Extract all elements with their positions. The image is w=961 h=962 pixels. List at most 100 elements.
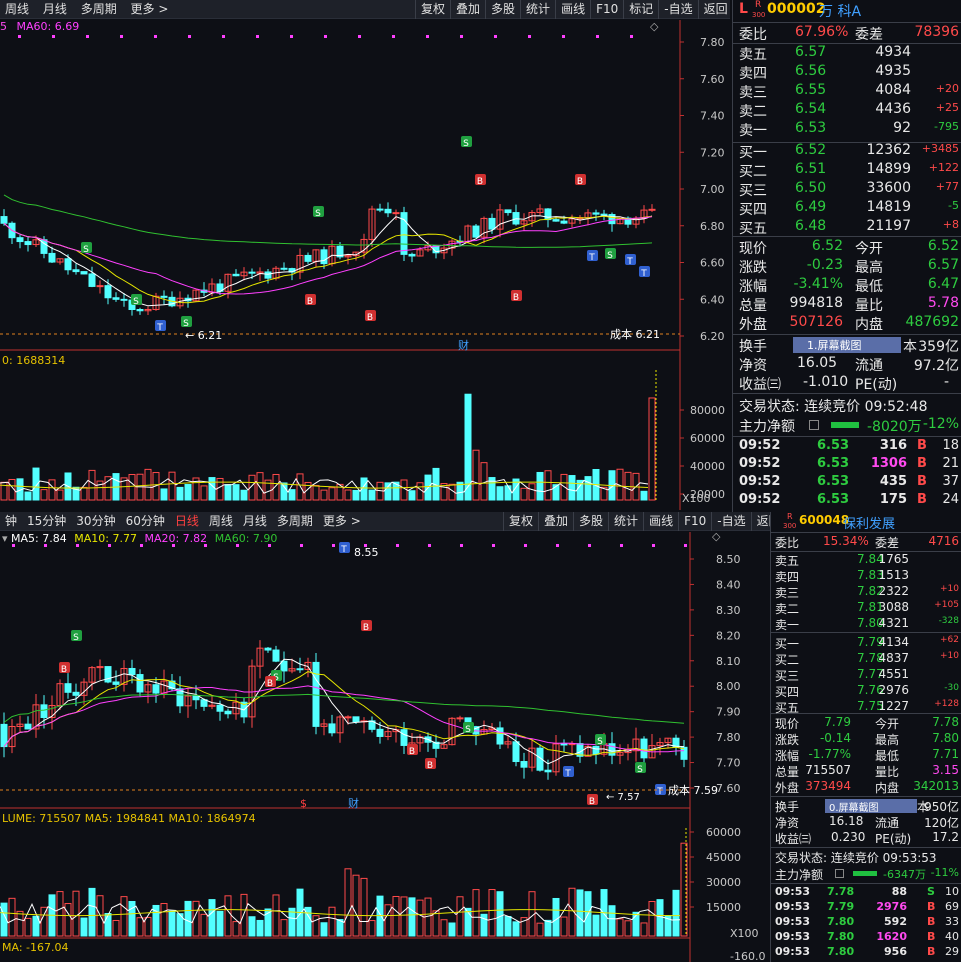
volume-bar [168,471,176,501]
bid-row[interactable]: 买二 6.51 14899 +122 [733,161,961,180]
tab-week[interactable]: 周线 [0,0,34,19]
candle-body [64,683,72,693]
bid-row[interactable]: 买三 7.77 4551 [771,667,961,683]
btn-fuquan2[interactable]: 复权 [503,512,538,531]
signal-sell-marker-text: S [73,633,79,643]
candle-body [296,668,304,671]
volume-unit: X100 [730,927,759,940]
ask-row[interactable]: 卖三 7.82 2322 +10 [771,584,961,600]
volume-bar [512,921,520,937]
signal-dot [154,35,157,38]
tab-day[interactable]: 日线 [170,512,204,531]
volume-bar [456,896,464,937]
tab-30min[interactable]: 30分钟 [71,512,120,531]
price-tick: 7.40 [700,110,725,123]
ask-row[interactable]: 卖一 6.53 92 -795 [733,120,961,139]
candle-body [512,741,520,763]
signal-buy-marker-text: B [267,679,273,689]
volume-bar [128,474,136,501]
candle-body [640,738,648,759]
tab-60min[interactable]: 60分钟 [121,512,170,531]
btn-fuquan[interactable]: 复权 [415,0,450,19]
candle-body [48,252,56,263]
btn-multi-stock2[interactable]: 多股 [573,512,608,531]
stat-row: 涨幅 -1.77% 最低 7.71 [775,747,959,763]
tab-week2[interactable]: 周线 [204,512,238,531]
btn-overlay[interactable]: 叠加 [450,0,485,19]
bottom-candlestick-chart[interactable]: 8.50 8.40 8.30 8.20 8.10 8.00 7.90 7.80 7.70 7.60… [0,532,770,962]
signal-dot [52,35,55,38]
bid-row[interactable]: 买一 7.79 4134 +62 [771,635,961,651]
bid-row[interactable]: 买三 6.50 33600 +77 [733,180,961,199]
ask-row[interactable]: 卖一 7.80 4321 -328 [771,616,961,632]
candle-body [392,212,400,215]
btn-draw2[interactable]: 画线 [643,512,678,531]
price-tick: 8.00 [716,680,741,693]
volume-bar [8,897,16,937]
btn-draw[interactable]: 画线 [555,0,590,19]
bid-row[interactable]: 买一 6.52 12362 +3485 [733,142,961,161]
volume-bar [496,486,504,501]
volume-bar [320,922,328,937]
signal-dot [620,544,623,547]
volume-tick: 45000 [706,851,741,864]
volume-bar [592,914,600,937]
volume-bar [56,489,64,501]
tab-more[interactable]: 更多 > [126,0,174,19]
ask-row[interactable]: 卖五 6.57 4934 [733,44,961,63]
low-price-label: ← 6.21 [185,329,222,342]
bid-row[interactable]: 买四 6.49 14819 -5 [733,199,961,218]
ask-row[interactable]: 卖二 7.81 3088 +105 [771,600,961,616]
top-candlestick-chart[interactable]: 7.80 7.60 7.40 7.20 7.00 6.80 6.60 6.40 6.20 T S S B… [0,20,730,510]
tab-more2[interactable]: 更多 > [318,512,366,531]
btn-f10-2[interactable]: F10 [678,512,711,531]
signal-dot [562,35,565,38]
signal-buy-marker-text: B [577,177,583,187]
tab-min[interactable]: 钟 [0,512,22,531]
signal-sell-marker-text: S [597,737,603,747]
volume-bar [328,906,336,937]
menu-icon[interactable] [809,420,819,430]
bid-row[interactable]: 买二 7.78 4837 +10 [771,651,961,667]
btn-watchlist2[interactable]: -自选 [711,512,750,531]
bid-row[interactable]: 买五 7.75 1227 +128 [771,699,961,715]
stat-row: 涨跌 -0.14 最高 7.80 [775,731,959,747]
tab-15min[interactable]: 15分钟 [22,512,71,531]
btn-f10[interactable]: F10 [590,0,623,19]
screenshot-box[interactable]: 1.屏幕截图 [793,337,901,353]
btn-mark[interactable]: 标记 [623,0,658,19]
ask-row[interactable]: 卖四 7.83 1513 [771,568,961,584]
btn-stats[interactable]: 统计 [520,0,555,19]
candle-body [592,745,600,755]
ask-row[interactable]: 卖五 7.84 1765 [771,552,961,568]
btn-multi-stock[interactable]: 多股 [485,0,520,19]
signal-dot [236,544,239,547]
screenshot-box-2[interactable]: 0.屏幕截图 [825,799,917,814]
signal-t-marker-text: T [340,545,347,555]
bid-row[interactable]: 买五 6.48 21197 +8 [733,218,961,237]
candle-body [104,285,112,299]
btn-watchlist[interactable]: -自选 [658,0,697,19]
volume-bar [48,479,56,501]
tab-multi2[interactable]: 多周期 [272,512,318,531]
signal-dot [630,35,633,38]
signal-dot [396,544,399,547]
menu-icon-2[interactable] [835,869,844,878]
tab-multi-period[interactable]: 多周期 [76,0,122,19]
btn-back[interactable]: 返回 [697,0,733,19]
ask-row[interactable]: 卖四 6.56 4935 [733,63,961,82]
btn-overlay2[interactable]: 叠加 [538,512,573,531]
stock-name: 万 科A [819,4,862,20]
tick-row: 09:53 7.80 1620 B 40 [775,930,959,943]
btn-stats2[interactable]: 统计 [608,512,643,531]
tab-month[interactable]: 月线 [38,0,72,19]
price-tick: 8.40 [716,578,741,591]
ask-row[interactable]: 卖二 6.54 4436 +25 [733,101,961,120]
volume-bar [168,910,176,937]
volume-bar [672,889,680,937]
ask-row[interactable]: 卖三 6.55 4084 +20 [733,82,961,101]
bid-row[interactable]: 买四 7.76 2976 -30 [771,683,961,699]
volume-bar [208,477,216,501]
volume-bar [544,919,552,937]
tab-month2[interactable]: 月线 [238,512,272,531]
